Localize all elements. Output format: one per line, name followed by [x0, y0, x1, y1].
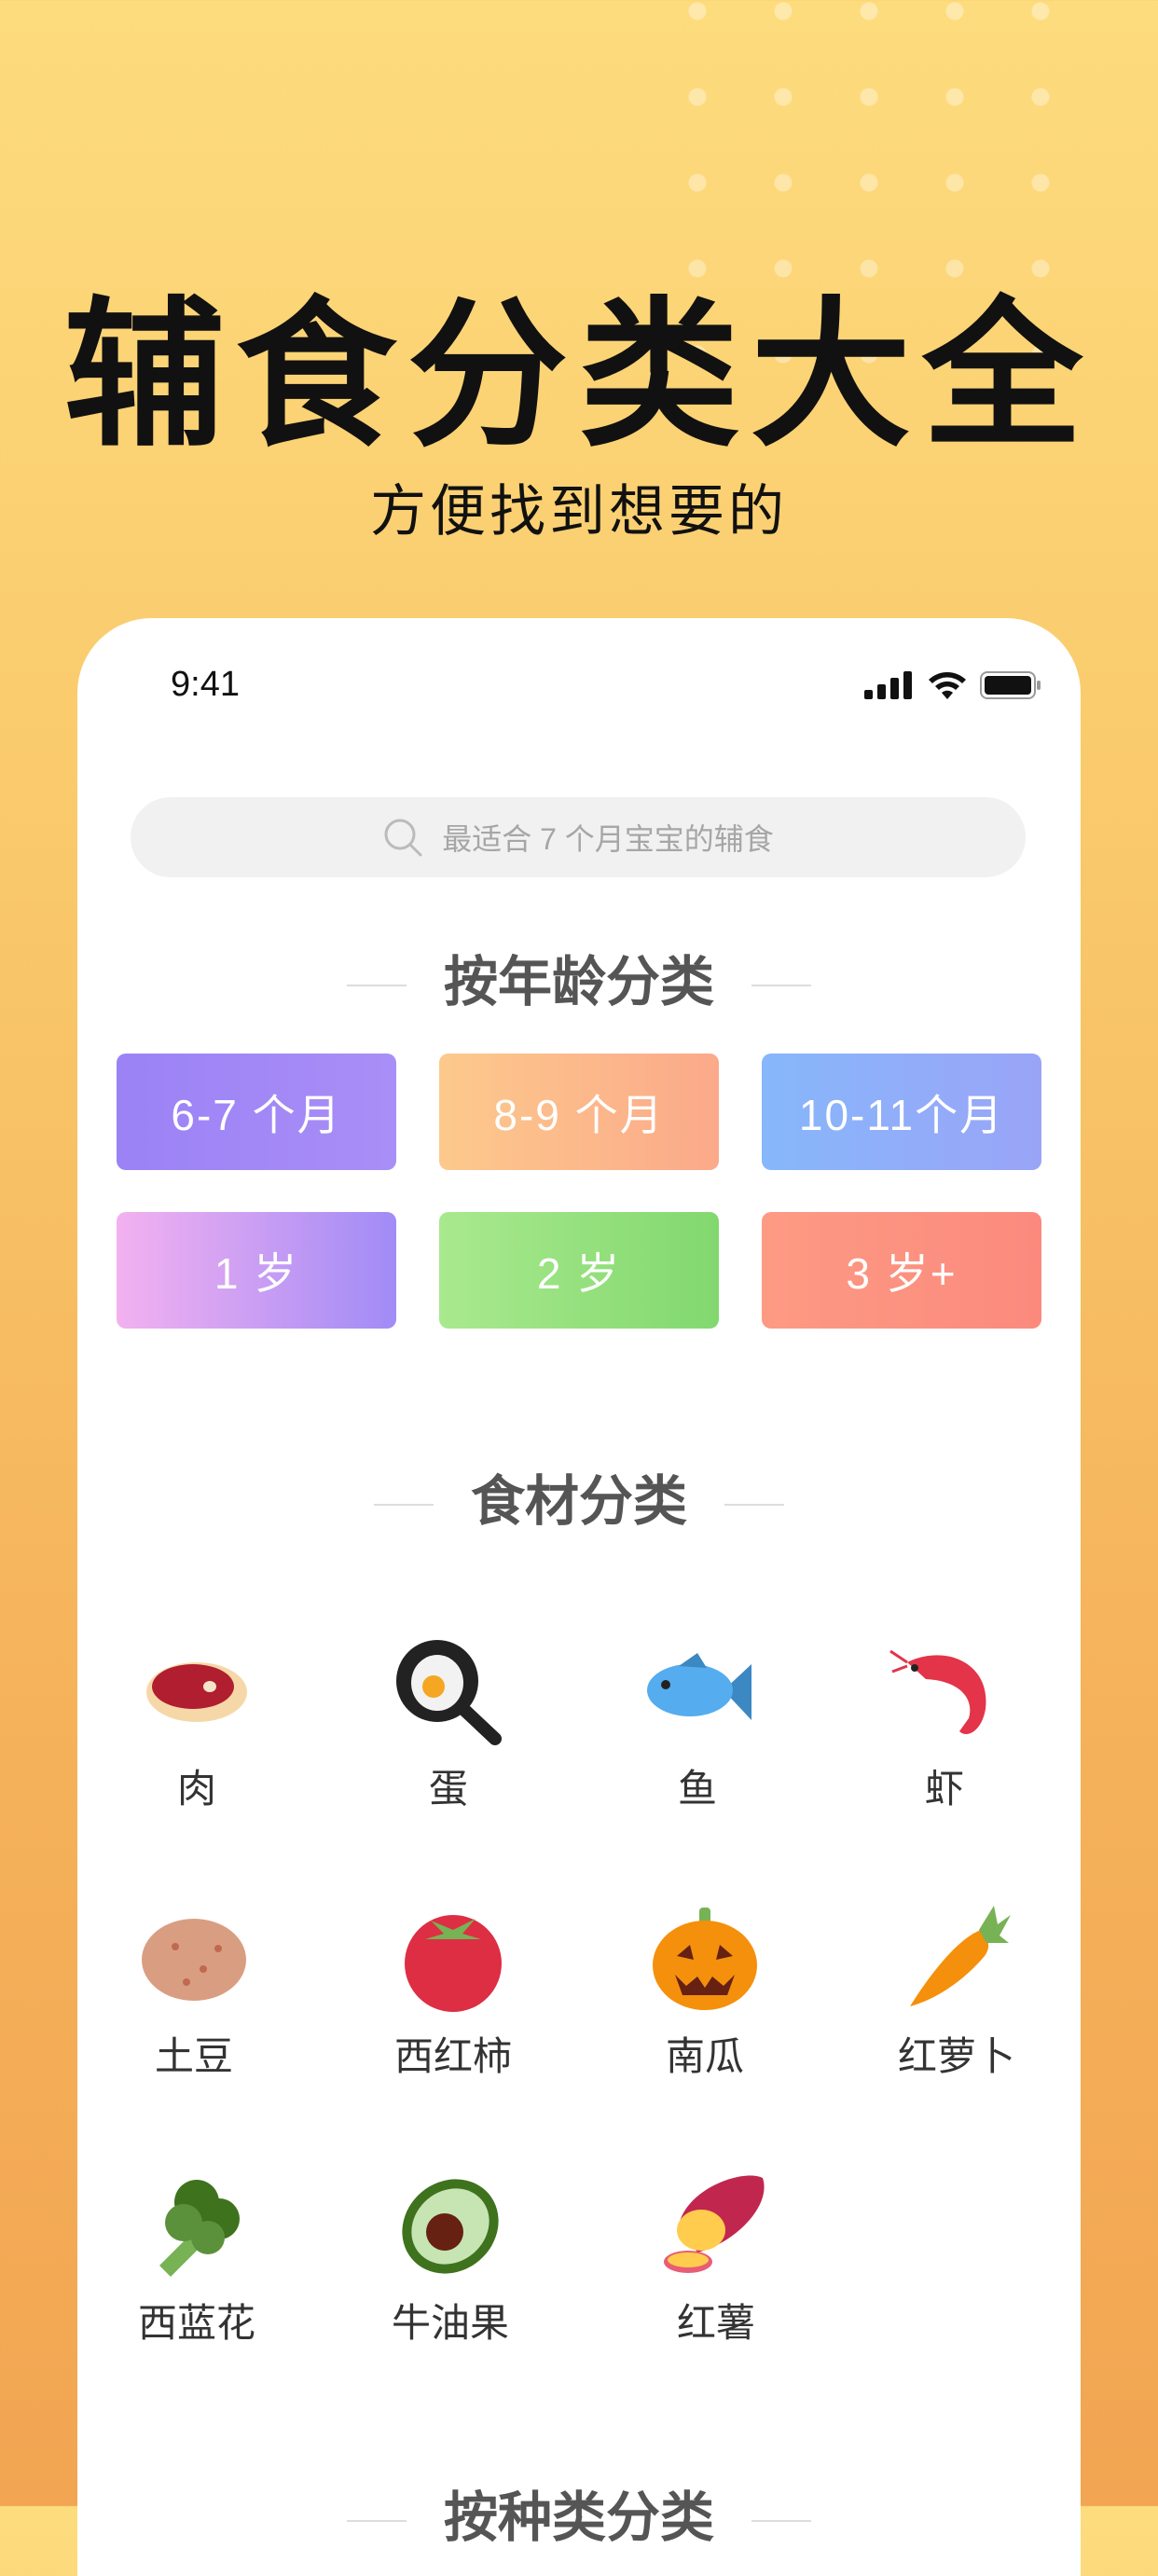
age-button-2-years[interactable]: 2 岁	[439, 1212, 719, 1329]
hero-subtitle: 方便找到想要的	[370, 479, 788, 544]
age-button-8-9-months[interactable]: 8-9 个月	[439, 1054, 719, 1170]
search-icon	[384, 819, 422, 857]
food-item-carrot[interactable]: 红萝卜	[835, 1902, 1078, 2082]
age-button-10-11-months[interactable]: 10-11个月	[762, 1054, 1041, 1170]
age-category-grid: 6-7 个月 8-9 个月 10-11个月 1 岁 2 岁 3 岁+	[117, 1054, 1041, 1329]
status-time: 9:41	[171, 665, 240, 704]
age-button-3-years-plus[interactable]: 3 岁+	[762, 1212, 1041, 1329]
food-item-fish[interactable]: 鱼	[576, 1634, 819, 1814]
search-bar[interactable]: 最适合 7 个月宝宝的辅食	[131, 797, 1026, 877]
avocado-icon	[402, 2179, 499, 2274]
wifi-icon	[929, 672, 966, 699]
status-icons	[864, 670, 1041, 700]
egg-pan-icon	[396, 1640, 502, 1745]
food-item-egg[interactable]: 蛋	[327, 1634, 570, 1814]
category-section-title: 按种类分类	[77, 2473, 1081, 2552]
food-item-sweet-potato[interactable]: 红薯	[595, 2169, 837, 2349]
food-item-shrimp[interactable]: 虾	[823, 1634, 1066, 1814]
status-bar: 9:41	[77, 665, 1081, 721]
food-item-pumpkin[interactable]: 南瓜	[584, 1902, 826, 2082]
pumpkin-icon	[653, 1908, 757, 2010]
sweet-potato-icon	[664, 2175, 765, 2273]
food-item-broccoli[interactable]: 西蓝花	[77, 2169, 318, 2349]
tomato-icon	[405, 1915, 502, 2012]
signal-icon	[864, 671, 912, 699]
phone-screen: 9:41 最适合 7 个月宝宝的辅食 按年龄分类 6-7 个月 8-9 个月 1…	[77, 618, 1081, 2576]
food-item-meat[interactable]: 肉	[77, 1634, 318, 1814]
shrimp-icon	[889, 1649, 986, 1734]
carrot-icon	[910, 1906, 1011, 2006]
age-button-6-7-months[interactable]: 6-7 个月	[117, 1054, 396, 1170]
food-item-tomato[interactable]: 西红柿	[332, 1902, 574, 2082]
battery-icon	[980, 671, 1041, 699]
food-item-potato[interactable]: 土豆	[77, 1902, 315, 2082]
hero-title: 辅食分类大全	[64, 282, 1094, 469]
food-item-avocado[interactable]: 牛油果	[329, 2169, 572, 2349]
search-placeholder: 最适合 7 个月宝宝的辅食	[442, 822, 774, 856]
age-section-title: 按年龄分类	[77, 938, 1081, 1016]
potato-icon	[142, 1919, 246, 2001]
food-section-title: 食材分类	[77, 1457, 1081, 1536]
meat-icon	[146, 1662, 247, 1722]
age-button-1-year[interactable]: 1 岁	[117, 1212, 396, 1329]
broccoli-icon	[159, 2180, 240, 2277]
fish-icon	[647, 1653, 751, 1720]
